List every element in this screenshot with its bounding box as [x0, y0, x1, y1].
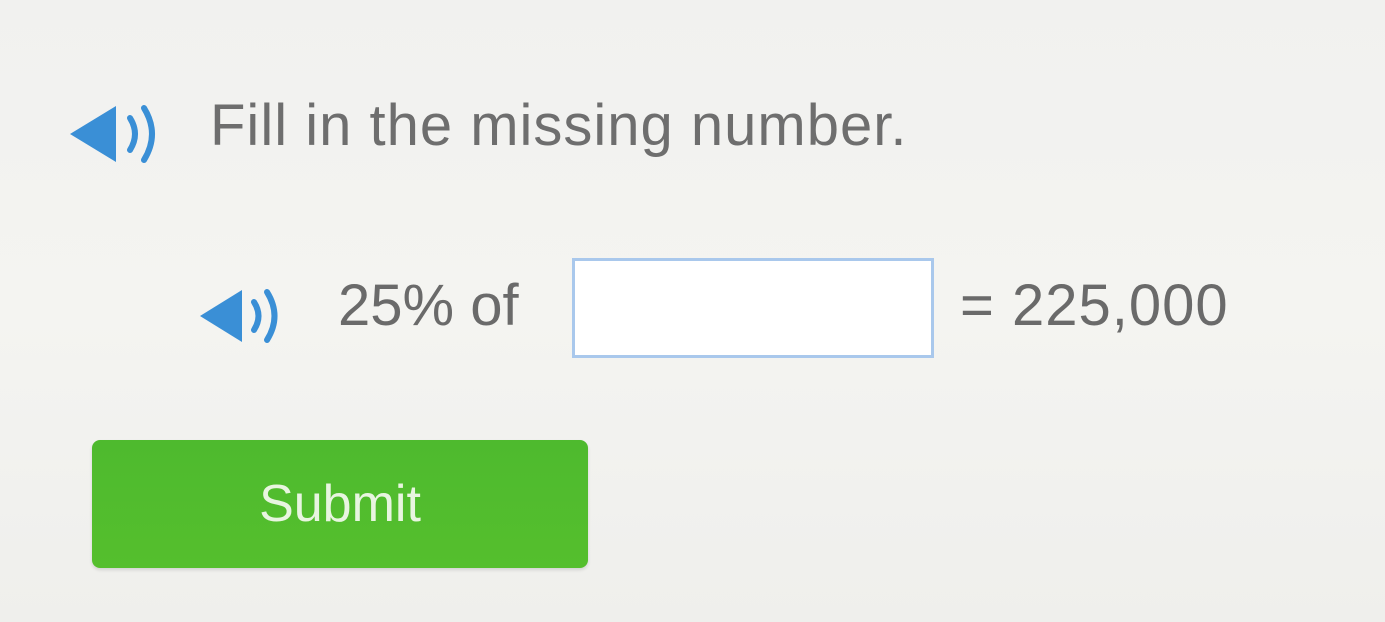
equation-lead-text: 25% of — [338, 273, 519, 338]
question-prompt: Fill in the missing number. — [210, 93, 908, 158]
equation-tail-text: = 225,000 — [960, 273, 1229, 338]
equation-speaker-icon[interactable] — [196, 270, 300, 360]
prompt-speaker-icon[interactable] — [66, 88, 178, 180]
submit-button[interactable]: Submit — [92, 440, 588, 568]
answer-input[interactable] — [572, 258, 934, 358]
